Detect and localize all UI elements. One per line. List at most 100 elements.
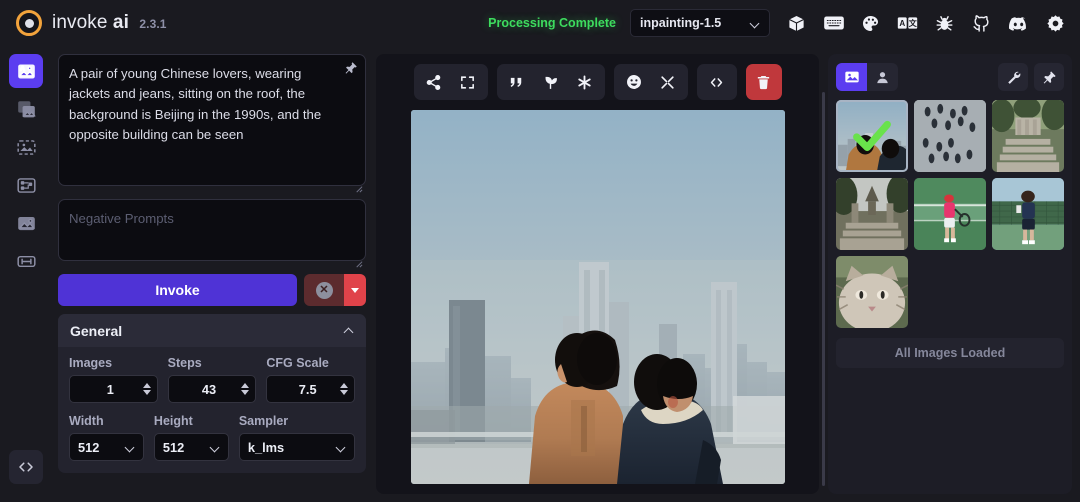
chevron-down-icon xyxy=(126,443,135,452)
svg-text:A: A xyxy=(20,65,25,72)
status-text: Processing Complete xyxy=(488,16,616,30)
panel-resize-handle[interactable] xyxy=(822,92,825,486)
pin-prompt-icon[interactable] xyxy=(344,61,358,80)
gallery-actions xyxy=(998,63,1064,91)
steps-input[interactable]: 43 xyxy=(167,375,257,403)
use-prompt-button[interactable] xyxy=(501,67,533,97)
language-icon[interactable]: A 文 xyxy=(897,13,918,34)
invoke-row: Invoke ✕ xyxy=(58,274,366,306)
general-panel-body: Images 1 Steps 43 CFG Scale 7.5 Width 51… xyxy=(58,347,366,473)
theme-icon[interactable] xyxy=(860,13,881,34)
gallery-item-cat-closeup[interactable] xyxy=(836,256,908,328)
chevron-down-icon xyxy=(337,443,346,452)
gallery-panel: All Images Loaded xyxy=(828,54,1072,494)
gallery-tabs xyxy=(836,63,898,91)
selected-check-icon xyxy=(853,120,891,152)
negative-prompt-input[interactable] xyxy=(58,199,366,261)
bug-report-icon[interactable] xyxy=(934,13,955,34)
gallery-item-rooftop-couple[interactable] xyxy=(836,100,908,172)
images-input[interactable]: 1 xyxy=(69,375,158,403)
pin-gallery-icon[interactable] xyxy=(1034,63,1064,91)
svg-text:A: A xyxy=(899,19,905,28)
invokeai-window: invoke ai 2.3.1 Processing Complete inpa… xyxy=(0,0,1080,502)
steps-value: 43 xyxy=(201,381,217,397)
image-viewer xyxy=(376,54,819,494)
chevron-up-icon[interactable] xyxy=(345,326,354,335)
uploads-tab[interactable] xyxy=(867,63,898,91)
brand: invoke ai 2.3.1 xyxy=(16,10,167,36)
use-seed-button[interactable] xyxy=(535,67,567,97)
restore-faces-button[interactable] xyxy=(618,67,650,97)
sidebar-item-post-processing[interactable] xyxy=(9,206,43,240)
brand-bold: ai xyxy=(112,12,129,33)
toolbar-group-params xyxy=(496,64,605,100)
cfg-scale-input[interactable]: 7.5 xyxy=(266,375,356,403)
height-select[interactable]: 512 xyxy=(153,433,229,461)
sidebar-item-image-to-image[interactable] xyxy=(9,92,43,126)
toolbar-group-meta xyxy=(696,64,737,100)
steps-stepper[interactable] xyxy=(241,383,250,395)
general-panel: General Images 1 Steps 43 CFG Scale 7.5 … xyxy=(58,314,366,473)
invoke-button[interactable]: Invoke xyxy=(58,274,297,306)
model-select[interactable]: inpainting-1.5 xyxy=(630,9,770,37)
gallery-item-aerial-crowd[interactable] xyxy=(914,100,986,172)
prompt-input[interactable] xyxy=(58,54,366,186)
sidebar-bottom xyxy=(9,450,43,488)
cancel-x-icon: ✕ xyxy=(315,281,333,299)
sampler-select[interactable]: k_lms xyxy=(238,433,355,461)
cancel-button[interactable]: ✕ xyxy=(304,274,344,306)
cfg-scale-value: 7.5 xyxy=(298,381,317,397)
app-version: 2.3.1 xyxy=(139,17,167,31)
general-panel-header[interactable]: General xyxy=(58,314,366,347)
model-manager-icon[interactable] xyxy=(786,13,807,34)
app-header: invoke ai 2.3.1 Processing Complete inpa… xyxy=(0,0,1080,46)
use-all-params-button[interactable] xyxy=(569,67,601,97)
fullscreen-button[interactable] xyxy=(452,67,484,97)
invoke-logo-icon xyxy=(16,10,42,36)
height-label: Height xyxy=(153,414,193,428)
width-field: Width 512 xyxy=(69,414,144,461)
general-row-1: Images 1 Steps 43 CFG Scale 7.5 xyxy=(69,356,356,403)
github-icon[interactable] xyxy=(971,13,992,34)
sidebar-item-text-to-image[interactable]: A xyxy=(9,54,43,88)
sidebar-item-unified-canvas[interactable] xyxy=(9,130,43,164)
model-select-value: inpainting-1.5 xyxy=(640,16,722,30)
svg-text:文: 文 xyxy=(909,18,918,28)
cfg-scale-label: CFG Scale xyxy=(266,356,329,370)
prompt-wrap xyxy=(58,54,366,193)
width-select[interactable]: 512 xyxy=(69,433,144,461)
send-to-button[interactable] xyxy=(418,67,450,97)
hotkeys-icon[interactable] xyxy=(823,13,844,34)
images-stepper[interactable] xyxy=(142,383,151,395)
chevron-down-icon xyxy=(751,19,760,28)
brand-name: invoke xyxy=(52,12,108,33)
cfg-scale-field: CFG Scale 7.5 xyxy=(266,356,356,403)
gallery-item-tennis-player-pink[interactable] xyxy=(914,178,986,250)
generations-tab[interactable] xyxy=(836,63,867,91)
images-field: Images 1 xyxy=(69,356,158,403)
metadata-button[interactable] xyxy=(701,67,733,97)
options-panel: Invoke ✕ General xyxy=(52,46,374,494)
all-images-loaded-button[interactable]: All Images Loaded xyxy=(836,338,1064,368)
cancel-options-button[interactable] xyxy=(344,274,366,306)
delete-button[interactable] xyxy=(745,64,782,100)
gallery-item-stone-stairs-temple[interactable] xyxy=(992,100,1064,172)
gallery-settings-icon[interactable] xyxy=(998,63,1028,91)
console-toggle-icon[interactable] xyxy=(9,450,43,484)
gallery-item-tennis-player-navy[interactable] xyxy=(992,178,1064,250)
height-field: Height 512 xyxy=(153,414,229,461)
settings-icon[interactable] xyxy=(1045,13,1066,34)
width-value: 512 xyxy=(78,439,100,455)
sampler-label: Sampler xyxy=(238,414,289,428)
cancel-group: ✕ xyxy=(304,274,366,306)
sidebar-item-training[interactable] xyxy=(9,244,43,278)
upscale-button[interactable] xyxy=(652,67,684,97)
generated-image[interactable] xyxy=(410,110,785,484)
gallery-item-temple-ruins[interactable] xyxy=(836,178,908,250)
steps-label: Steps xyxy=(167,356,202,370)
sidebar-item-node-editor[interactable] xyxy=(9,168,43,202)
cfg-scale-stepper[interactable] xyxy=(340,383,349,395)
brand-title: invoke ai 2.3.1 xyxy=(52,12,167,34)
discord-icon[interactable] xyxy=(1008,13,1029,34)
gallery-header xyxy=(836,63,1064,91)
